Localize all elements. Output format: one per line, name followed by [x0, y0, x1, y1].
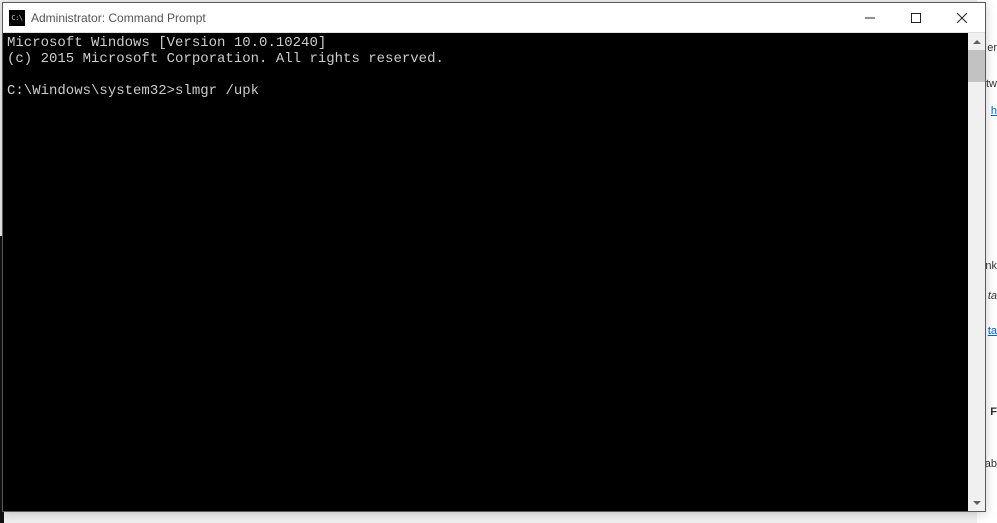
copyright-line: (c) 2015 Microsoft Corporation. All righ… [7, 51, 444, 67]
close-icon [957, 13, 967, 23]
chevron-down-icon [973, 501, 981, 505]
close-button[interactable] [939, 3, 985, 32]
version-line: Microsoft Windows [Version 10.0.10240] [7, 35, 326, 51]
window-controls [847, 3, 985, 32]
command-prompt-window: C:\ Administrator: Command Prompt Micros… [2, 2, 986, 512]
maximize-button[interactable] [893, 3, 939, 32]
command-input[interactable]: slmgr /upk [175, 83, 259, 99]
chevron-up-icon [973, 40, 981, 44]
cmd-icon: C:\ [9, 10, 25, 26]
console-output[interactable]: Microsoft Windows [Version 10.0.10240] (… [3, 33, 968, 511]
scroll-up-button[interactable] [968, 33, 985, 50]
titlebar[interactable]: C:\ Administrator: Command Prompt [3, 3, 985, 33]
maximize-icon [911, 13, 921, 23]
console-area: Microsoft Windows [Version 10.0.10240] (… [3, 33, 985, 511]
vertical-scrollbar[interactable] [968, 33, 985, 511]
scroll-down-button[interactable] [968, 494, 985, 511]
prompt-text: C:\Windows\system32> [7, 83, 175, 99]
window-title: Administrator: Command Prompt [31, 11, 847, 25]
minimize-icon [865, 13, 875, 23]
minimize-button[interactable] [847, 3, 893, 32]
scroll-track[interactable] [968, 50, 985, 494]
scroll-thumb[interactable] [968, 50, 985, 82]
